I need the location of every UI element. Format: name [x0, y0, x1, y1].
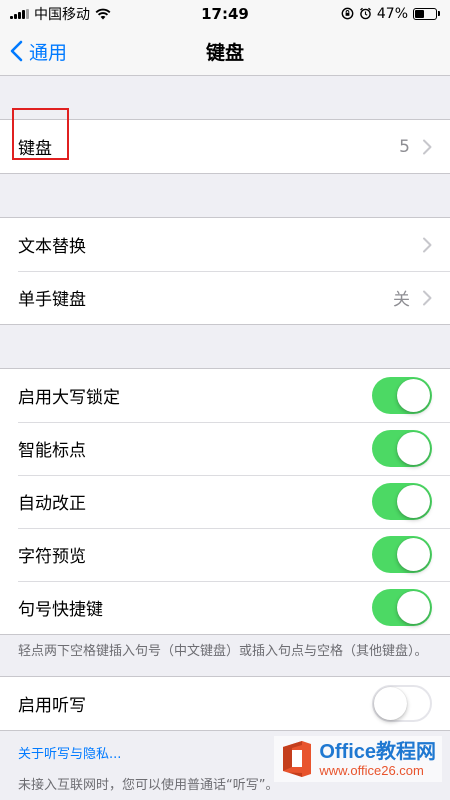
- nav-bar: 通用 键盘: [0, 27, 450, 76]
- watermark: Office教程网 www.office26.com: [274, 736, 442, 782]
- one-handed-keyboard-value: 关: [393, 290, 410, 310]
- character-preview-label: 字符预览: [18, 547, 86, 567]
- dictation-label: 启用听写: [18, 696, 86, 716]
- period-shortcut-footnote: 轻点两下空格键插入句号（中文键盘）或插入句点与空格（其他键盘）。: [18, 644, 428, 659]
- watermark-url: www.office26.com: [319, 762, 424, 778]
- character-preview-toggle[interactable]: [372, 536, 432, 573]
- caps-lock-label: 启用大写锁定: [18, 388, 120, 408]
- keyboards-group: 键盘 5: [0, 119, 450, 174]
- back-label: 通用: [29, 41, 68, 64]
- dictation-toggle[interactable]: [372, 685, 432, 722]
- text-replacement-row[interactable]: 文本替换: [0, 218, 450, 271]
- period-shortcut-toggle[interactable]: [372, 589, 432, 626]
- text-replacement-label: 文本替换: [18, 237, 86, 257]
- battery-icon: [413, 7, 440, 20]
- battery-fill: [415, 9, 425, 18]
- dictation-group: 启用听写: [0, 676, 450, 731]
- auto-correction-label: 自动改正: [18, 494, 86, 514]
- keyboards-count: 5: [399, 136, 410, 157]
- period-shortcut-row: 句号快捷键: [0, 581, 450, 634]
- battery-percent: 47%: [376, 5, 408, 22]
- keyboards-label: 键盘: [18, 139, 52, 159]
- auto-correction-row: 自动改正: [0, 475, 450, 528]
- wifi-icon: [95, 8, 111, 19]
- page-title: 键盘: [205, 41, 244, 64]
- status-left: 中国移动: [10, 4, 111, 24]
- status-right: 47%: [341, 6, 440, 22]
- toggles-group: 启用大写锁定 智能标点 自动改正 字符预览 句号快捷键: [0, 368, 450, 635]
- carrier-label: 中国移动: [34, 6, 90, 23]
- text-settings-group: 文本替换 单手键盘 关: [0, 217, 450, 325]
- one-handed-keyboard-row[interactable]: 单手键盘 关: [0, 271, 450, 324]
- caps-lock-toggle[interactable]: [372, 377, 432, 414]
- character-preview-row: 字符预览: [0, 528, 450, 581]
- chevron-right-icon: [423, 139, 432, 154]
- smart-punctuation-row: 智能标点: [0, 422, 450, 475]
- rotation-lock-icon: [341, 7, 354, 20]
- auto-correction-toggle[interactable]: [372, 483, 432, 520]
- one-handed-keyboard-label: 单手键盘: [18, 290, 86, 310]
- keyboards-row[interactable]: 键盘 5: [0, 120, 450, 173]
- dictation-row: 启用听写: [0, 677, 450, 730]
- chevron-left-icon: [10, 40, 23, 62]
- alarm-icon: [359, 7, 371, 20]
- smart-punctuation-label: 智能标点: [18, 441, 86, 461]
- back-button[interactable]: 通用: [0, 38, 67, 65]
- signal-icon: [10, 8, 29, 19]
- status-bar: 中国移动 17:49 47%: [0, 0, 450, 27]
- chevron-right-icon: [423, 290, 432, 305]
- caps-lock-row: 启用大写锁定: [0, 369, 450, 422]
- smart-punctuation-toggle[interactable]: [372, 430, 432, 467]
- office-logo-icon: [283, 741, 312, 777]
- watermark-main: Office教程网: [319, 740, 436, 763]
- chevron-right-icon: [423, 237, 432, 252]
- period-shortcut-label: 句号快捷键: [18, 600, 103, 620]
